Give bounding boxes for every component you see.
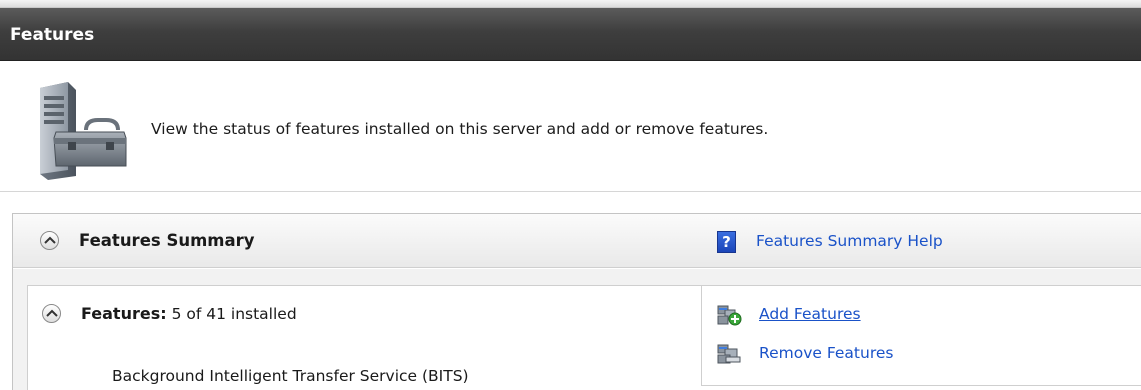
installed-feature-item: Background Intelligent Transfer Service … — [112, 367, 469, 385]
help-icon[interactable]: ? — [717, 231, 736, 253]
features-count: 5 of 41 installed — [171, 305, 297, 323]
features-section: Features: 5 of 41 installed Background I… — [13, 269, 1141, 390]
page-header: Features — [0, 8, 1141, 61]
add-features-icon[interactable] — [716, 302, 742, 326]
features-summary-help-link[interactable]: Features Summary Help — [756, 232, 943, 250]
server-toolbox-icon — [40, 82, 127, 180]
page-title: Features — [10, 25, 95, 45]
features-summary-panel: Features Summary ? Features Summary Help… — [12, 213, 1141, 390]
features-summary-header: Features Summary ? Features Summary Help — [13, 214, 1141, 268]
add-features-link[interactable]: Add Features — [759, 305, 861, 323]
intro-description: View the status of features installed on… — [151, 120, 769, 138]
features-label: Features: — [81, 304, 167, 323]
features-box: Features: 5 of 41 installed Background I… — [27, 285, 1141, 390]
intro-section: View the status of features installed on… — [0, 62, 1141, 192]
features-summary-title: Features Summary — [79, 231, 255, 250]
remove-features-link[interactable]: Remove Features — [759, 344, 893, 362]
window-top-edge — [0, 0, 1141, 8]
remove-features-icon[interactable] — [716, 341, 742, 365]
collapse-chevron-icon[interactable] — [42, 304, 61, 323]
features-count-heading: Features: 5 of 41 installed — [81, 304, 297, 323]
collapse-chevron-icon[interactable] — [40, 231, 59, 250]
actions-panel: Add Features Remove Features — [701, 286, 1141, 386]
